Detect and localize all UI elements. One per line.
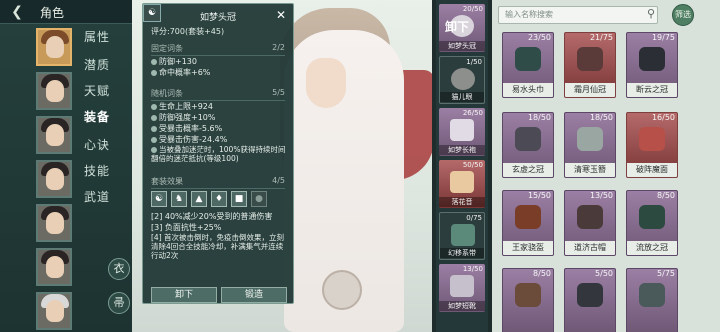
top-bar: ❮ 角色 xyxy=(0,0,132,24)
broom-button[interactable]: 帚 xyxy=(108,292,130,314)
nav-item-mind-art[interactable]: 心诀 xyxy=(84,136,110,153)
left-sidebar: ❮ 角色 属性 潜质 天赋 装备 心诀 技能 武道 衣 帚 xyxy=(0,0,132,332)
random-stats-header: 随机词条 5/5 xyxy=(151,88,285,101)
set-bonus-line: [4] 首次被击倒时，免疫击倒效果，立刻清除4回合全技能冷却，补满集气并连续行动… xyxy=(151,233,285,260)
equipped-slot-belt[interactable]: 0/75 幻移系带 xyxy=(439,212,485,260)
mask-icon xyxy=(639,127,665,151)
stat-line: 防御强度+10% xyxy=(151,112,287,123)
character-portrait[interactable] xyxy=(36,160,72,198)
search-input[interactable]: 输入名称搜索 xyxy=(498,6,658,24)
equipped-slot-body[interactable]: 26/50 如梦长袍 xyxy=(439,108,485,156)
inventory-panel: 输入名称搜索 ⚲ 筛选 23/50 易水头巾 21/75 霜月仙冠 19/75 … xyxy=(492,0,720,332)
hairpin-icon xyxy=(577,127,603,151)
character-portrait[interactable] xyxy=(36,292,72,330)
robe-icon xyxy=(450,119,474,141)
inventory-item[interactable]: 15/50 王家骁盔 xyxy=(502,190,554,256)
helmet-icon xyxy=(515,205,541,229)
headscarf-icon xyxy=(515,47,541,71)
unequip-button[interactable]: 卸下 xyxy=(151,287,217,303)
crown-icon xyxy=(515,127,541,151)
inventory-item[interactable]: 23/50 易水头巾 xyxy=(502,32,554,98)
set-piece-icon: ▲ xyxy=(191,191,207,207)
flower-ornament xyxy=(322,270,362,310)
helmet-icon xyxy=(515,283,541,307)
filter-button[interactable]: 筛选 xyxy=(672,4,694,26)
inventory-item[interactable]: 18/50 玄虚之冠 xyxy=(502,112,554,178)
equipped-slot-accessory[interactable]: 1/50 猫儿眼 xyxy=(439,56,485,104)
instrument-icon xyxy=(450,171,474,193)
character-portrait[interactable] xyxy=(36,72,72,110)
stat-line: 命中概率+6% xyxy=(151,67,287,78)
hat-icon xyxy=(577,205,603,229)
set-effect-header: 套装效果 4/5 xyxy=(151,176,285,189)
inventory-item[interactable]: 8/50 流放之冠 xyxy=(626,190,678,256)
inventory-item[interactable]: 5/75 xyxy=(626,268,678,332)
close-icon[interactable]: ✕ xyxy=(273,7,289,23)
headband-icon xyxy=(639,283,665,307)
character-portrait[interactable] xyxy=(36,116,72,154)
ring-icon xyxy=(451,68,475,90)
equipped-slot-weapon[interactable]: 50/50 落花音 xyxy=(439,160,485,208)
inventory-item[interactable]: 21/75 霜月仙冠 xyxy=(564,32,616,98)
inventory-item[interactable]: 8/50 xyxy=(502,268,554,332)
nav-item-attributes[interactable]: 属性 xyxy=(84,28,110,45)
special-effect: 当被叠加迷茫时，100%获得持续时间翻倍的迷茫抵抗(等级100) xyxy=(151,145,286,163)
character-portrait[interactable] xyxy=(36,28,72,66)
nav-item-talent[interactable]: 天赋 xyxy=(84,82,110,99)
tooltip-title: 如梦头冠 xyxy=(199,13,236,23)
inventory-item[interactable]: 18/50 清寒玉簪 xyxy=(564,112,616,178)
stat-line: 受暴击概率-5.6% xyxy=(151,123,287,134)
equipped-slot-head[interactable]: 20/50 卸下 如梦头冠 xyxy=(439,4,485,52)
set-piece-icon: ♞ xyxy=(171,191,187,207)
inventory-item[interactable]: 19/75 断云之冠 xyxy=(626,32,678,98)
boots-icon xyxy=(450,275,474,297)
back-arrow-icon[interactable]: ❮ xyxy=(8,3,26,21)
inventory-item[interactable]: 13/50 道济古帽 xyxy=(564,190,616,256)
set-piece-icon: ■ xyxy=(231,191,247,207)
nav-item-martial-path[interactable]: 武道 xyxy=(84,188,110,205)
stat-line: 生命上限+924 xyxy=(151,101,287,112)
character-face xyxy=(306,58,346,108)
equipped-slots: 20/50 卸下 如梦头冠 1/50 猫儿眼 26/50 如梦长袍 50/50 … xyxy=(436,0,488,332)
hat-icon xyxy=(639,47,665,71)
hat-icon xyxy=(577,283,603,307)
stat-line: 受暴击伤害-24.4% xyxy=(151,134,287,145)
equipped-slot-boots[interactable]: 13/50 如梦短靴 xyxy=(439,264,485,312)
item-score: 评分:700(套装+45) xyxy=(151,27,225,36)
fixed-stats-header: 固定词条 2/2 xyxy=(151,43,285,56)
outfit-button[interactable]: 衣 xyxy=(108,258,130,280)
item-tooltip: ☯ 如梦头冠 ✕ 评分:700(套装+45) 固定词条 2/2 防御+130 命… xyxy=(142,3,294,304)
set-bonus-line: [2] 40%减少20%受到的普通伤害 xyxy=(151,212,273,221)
set-piece-icon: ☯ xyxy=(151,191,167,207)
crown-icon xyxy=(577,47,603,71)
nav-item-equipment[interactable]: 装备 xyxy=(84,108,110,125)
inventory-item[interactable]: 16/50 破阵魔面 xyxy=(626,112,678,178)
character-portrait[interactable] xyxy=(36,248,72,286)
stat-line: 防御+130 xyxy=(151,56,287,67)
belt-icon xyxy=(451,224,475,246)
inventory-item[interactable]: 5/50 xyxy=(564,268,616,332)
cap-icon xyxy=(639,205,665,229)
page-title: 角色 xyxy=(40,6,65,20)
unequip-label: 卸下 xyxy=(445,20,470,34)
game-screen: ❮ 角色 属性 潜质 天赋 装备 心诀 技能 武道 衣 帚 ☯ 如梦头冠 ✕ 评… xyxy=(0,0,720,332)
set-pieces: ☯ ♞ ▲ ♦ ■ ● xyxy=(151,191,287,207)
search-icon[interactable]: ⚲ xyxy=(644,7,658,21)
set-piece-icon: ♦ xyxy=(211,191,227,207)
character-portrait[interactable] xyxy=(36,204,72,242)
nav-item-potential[interactable]: 潜质 xyxy=(84,56,110,73)
set-piece-icon: ● xyxy=(251,191,267,207)
nav-item-skills[interactable]: 技能 xyxy=(84,162,110,179)
set-bonus-line: [3] 负面抗性+25% xyxy=(151,223,222,232)
forge-button[interactable]: 锻造 xyxy=(221,287,287,303)
